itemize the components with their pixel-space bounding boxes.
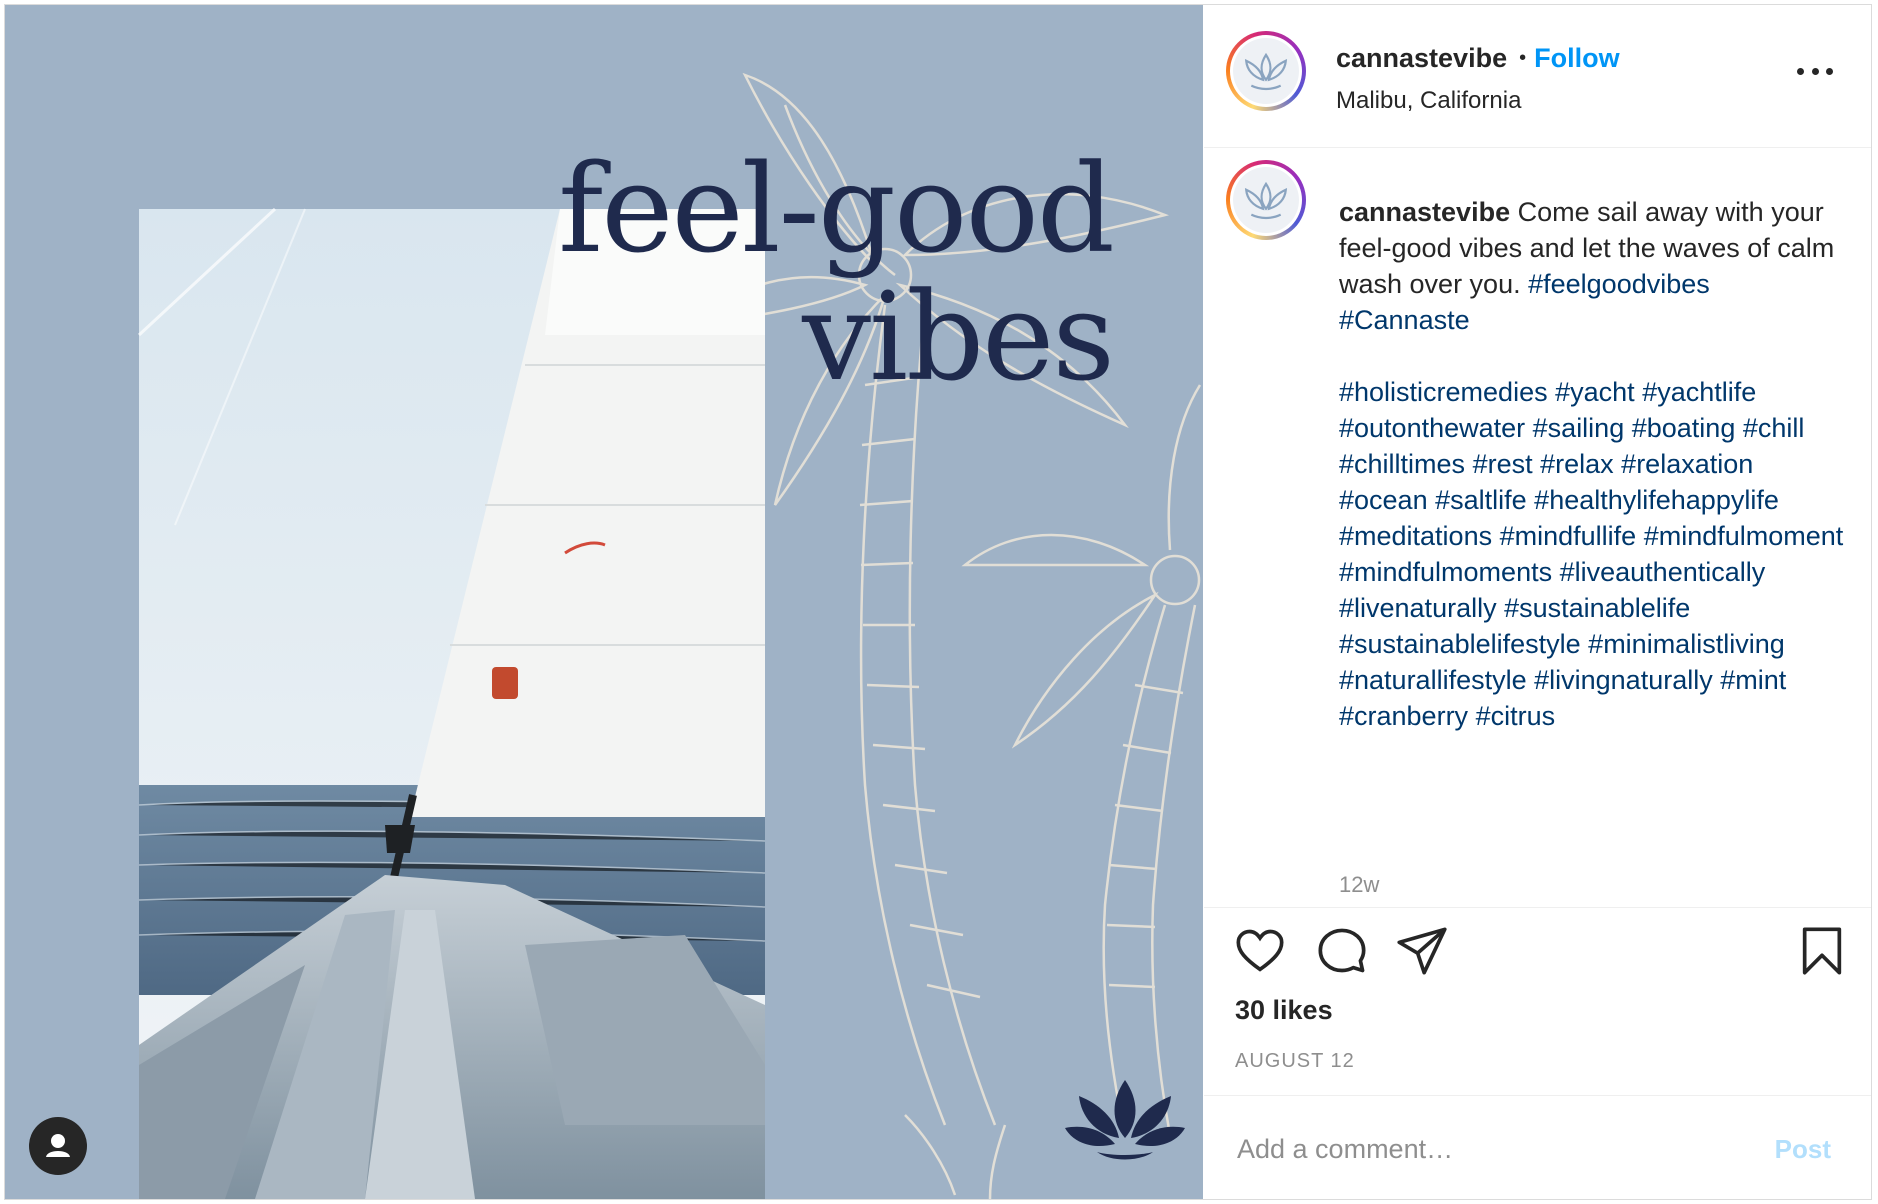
header-username[interactable]: cannastevibe [1336, 43, 1507, 73]
action-bar [1204, 925, 1871, 995]
hashtag[interactable]: #rest [1473, 449, 1533, 479]
hashtag[interactable]: #naturallifestyle [1339, 665, 1527, 695]
more-dot [1797, 67, 1804, 75]
likes-count[interactable]: 30 likes [1235, 995, 1333, 1026]
hashtag-block: #holisticremedies #yacht #yachtlife #out… [1339, 374, 1844, 734]
hashtag[interactable]: #holisticremedies [1339, 377, 1548, 407]
hashtag[interactable]: #healthylifehappylife [1534, 485, 1779, 515]
post-header: cannastevibe • Follow Malibu, California [1204, 5, 1871, 148]
follow-button[interactable]: Follow [1534, 43, 1619, 73]
hashtag[interactable]: #mindfullife [1500, 521, 1637, 551]
post-image[interactable]: feel-good vibes [5, 5, 1203, 1199]
hashtag[interactable]: #mindfulmoments [1339, 557, 1552, 587]
comment-button[interactable] [1316, 925, 1368, 977]
post-dialog: feel-good vibes cannastevibe • Follow Ma… [4, 4, 1872, 1200]
hashtag[interactable]: #minimalistliving [1588, 629, 1785, 659]
image-headline: feel-good vibes [558, 138, 1115, 408]
bookmark-icon [1802, 927, 1842, 975]
share-button[interactable] [1396, 925, 1448, 977]
hashtag[interactable]: #feelgoodvibes [1528, 269, 1710, 299]
post-date: AUGUST 12 [1235, 1050, 1355, 1072]
post-comment-button[interactable]: Post [1775, 1134, 1831, 1165]
lotus-icon [1244, 181, 1288, 220]
hashtag[interactable]: #boating [1632, 413, 1736, 443]
hashtag[interactable]: #relax [1540, 449, 1614, 479]
post-time-ago[interactable]: 12w [1339, 872, 1379, 898]
avatar-image [1233, 38, 1299, 104]
like-button[interactable] [1234, 925, 1286, 977]
share-icon [1397, 927, 1447, 975]
comment-bar: Post [1204, 1095, 1871, 1199]
hashtag[interactable]: #saltlife [1435, 485, 1527, 515]
lotus-icon [1244, 52, 1288, 91]
headline-line-2: vibes [802, 266, 1115, 408]
hashtag[interactable]: #meditations [1339, 521, 1492, 551]
hashtag[interactable]: #sailing [1533, 413, 1625, 443]
avatar[interactable] [1226, 31, 1306, 111]
hashtag[interactable]: #relaxation [1621, 449, 1753, 479]
caption-area: cannastevibe Come sail away with your fe… [1204, 148, 1871, 908]
hashtag[interactable]: #ocean [1339, 485, 1428, 515]
location-link[interactable]: Malibu, California [1336, 87, 1521, 115]
hashtag[interactable]: #citrus [1476, 701, 1556, 731]
more-dot [1811, 67, 1819, 75]
comment-icon [1318, 928, 1366, 973]
hashtag[interactable]: #yacht [1555, 377, 1635, 407]
user-icon [46, 1134, 70, 1157]
caption-text: cannastevibe Come sail away with your fe… [1339, 194, 1844, 734]
more-dot [1826, 67, 1833, 75]
avatar-image [1233, 167, 1299, 233]
hashtag[interactable]: #sustainablelifestyle [1339, 629, 1581, 659]
heart-icon [1236, 929, 1284, 972]
tagged-users-button[interactable] [29, 1117, 87, 1175]
hashtag[interactable]: #mindfulmoment [1644, 521, 1844, 551]
hashtag[interactable]: #cranberry [1339, 701, 1468, 731]
hashtag[interactable]: #livingnaturally [1534, 665, 1713, 695]
caption-username[interactable]: cannastevibe [1339, 197, 1510, 227]
more-options-icon[interactable] [1797, 61, 1833, 81]
avatar-ring [1230, 164, 1302, 236]
hashtag[interactable]: #liveauthentically [1560, 557, 1766, 587]
separator-dot: • [1519, 47, 1527, 69]
hashtag[interactable]: #Cannaste [1339, 305, 1470, 335]
hashtag[interactable]: #yachtlife [1642, 377, 1756, 407]
headline-line-1: feel-good [558, 138, 1115, 280]
hashtag[interactable]: #outonthewater [1339, 413, 1525, 443]
hashtag[interactable]: #chill [1743, 413, 1805, 443]
hashtag[interactable]: #livenaturally [1339, 593, 1497, 623]
caption-avatar[interactable] [1226, 160, 1306, 240]
save-button[interactable] [1796, 925, 1848, 977]
post-sidebar: cannastevibe • Follow Malibu, California [1204, 5, 1871, 1199]
comment-input[interactable] [1235, 1126, 1759, 1172]
hashtag[interactable]: #sustainablelife [1504, 593, 1690, 623]
avatar-ring [1230, 35, 1302, 107]
hashtag[interactable]: #chilltimes [1339, 449, 1465, 479]
hashtag[interactable]: #mint [1720, 665, 1786, 695]
header-user-line: cannastevibe • Follow [1336, 43, 1620, 74]
